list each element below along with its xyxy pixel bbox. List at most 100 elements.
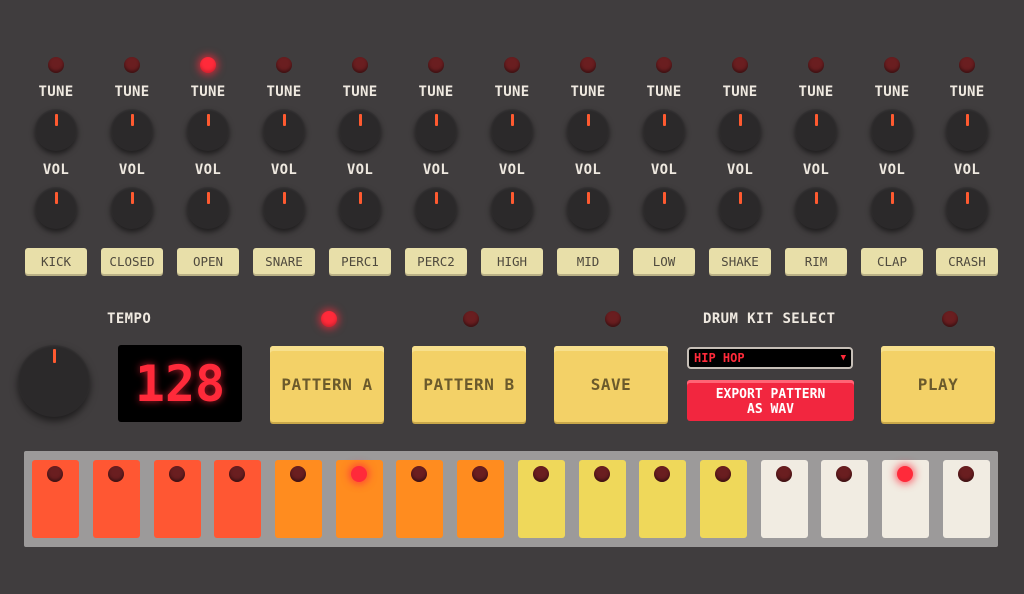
- tune-knob[interactable]: [111, 109, 153, 151]
- vol-knob[interactable]: [946, 187, 988, 229]
- tune-knob[interactable]: [643, 109, 685, 151]
- channel-snare: TUNE VOL SNARE: [246, 0, 322, 290]
- channel-button[interactable]: KICK: [25, 248, 87, 274]
- vol-label: VOL: [498, 162, 526, 178]
- pattern-a-led: [321, 311, 337, 327]
- vol-knob[interactable]: [567, 187, 609, 229]
- vol-knob[interactable]: [643, 187, 685, 229]
- step-led: [169, 466, 185, 482]
- channel-mid: TUNE VOL MID: [550, 0, 626, 290]
- tune-knob[interactable]: [719, 109, 761, 151]
- tune-knob[interactable]: [415, 109, 457, 151]
- channel-button[interactable]: OPEN: [177, 248, 239, 274]
- tune-knob[interactable]: [567, 109, 609, 151]
- vol-label: VOL: [650, 162, 678, 178]
- sequencer-step[interactable]: [882, 460, 929, 538]
- vol-knob[interactable]: [35, 187, 77, 229]
- vol-knob[interactable]: [719, 187, 761, 229]
- vol-label: VOL: [42, 162, 70, 178]
- save-button[interactable]: SAVE: [554, 346, 668, 422]
- channel-led: [504, 57, 520, 73]
- channel-button[interactable]: SNARE: [253, 248, 315, 274]
- channel-button[interactable]: HIGH: [481, 248, 543, 274]
- channel-led: [732, 57, 748, 73]
- tune-knob[interactable]: [871, 109, 913, 151]
- channel-led: [428, 57, 444, 73]
- tune-knob[interactable]: [263, 109, 305, 151]
- tune-label: TUNE: [570, 84, 606, 100]
- channel-button[interactable]: LOW: [633, 248, 695, 274]
- sequencer-step[interactable]: [396, 460, 443, 538]
- sequencer-step[interactable]: [154, 460, 201, 538]
- channel-led: [48, 57, 64, 73]
- vol-knob[interactable]: [491, 187, 533, 229]
- pattern-b-led: [463, 311, 479, 327]
- tune-label: TUNE: [190, 84, 226, 100]
- sequencer-step[interactable]: [700, 460, 747, 538]
- sequencer-step[interactable]: [639, 460, 686, 538]
- tempo-knob[interactable]: [18, 345, 90, 417]
- step-led: [290, 466, 306, 482]
- channel-led: [200, 57, 216, 73]
- channel-led: [959, 57, 975, 73]
- channel-button[interactable]: MID: [557, 248, 619, 274]
- sequencer-step[interactable]: [821, 460, 868, 538]
- play-led: [942, 311, 958, 327]
- tune-knob[interactable]: [187, 109, 229, 151]
- sequencer-step[interactable]: [275, 460, 322, 538]
- vol-knob[interactable]: [415, 187, 457, 229]
- channel-button[interactable]: SHAKE: [709, 248, 771, 274]
- step-led: [108, 466, 124, 482]
- channel-button[interactable]: PERC1: [329, 248, 391, 274]
- sequencer-step[interactable]: [761, 460, 808, 538]
- vol-knob[interactable]: [263, 187, 305, 229]
- tune-label: TUNE: [798, 84, 834, 100]
- channel-perc2: TUNE VOL PERC2: [398, 0, 474, 290]
- vol-knob[interactable]: [795, 187, 837, 229]
- channel-shake: TUNE VOL SHAKE: [702, 0, 778, 290]
- channel-button[interactable]: CLAP: [861, 248, 923, 274]
- channel-led: [884, 57, 900, 73]
- export-wav-button[interactable]: EXPORT PATTERN AS WAV: [687, 380, 854, 421]
- step-led: [715, 466, 731, 482]
- tune-knob[interactable]: [35, 109, 77, 151]
- channel-button[interactable]: RIM: [785, 248, 847, 274]
- tune-knob[interactable]: [491, 109, 533, 151]
- vol-knob[interactable]: [871, 187, 913, 229]
- step-led: [472, 466, 488, 482]
- tune-knob[interactable]: [946, 109, 988, 151]
- channel-button[interactable]: PERC2: [405, 248, 467, 274]
- tune-knob[interactable]: [795, 109, 837, 151]
- sequencer-step[interactable]: [214, 460, 261, 538]
- pattern-b-button[interactable]: PATTERN B: [412, 346, 526, 422]
- sequencer-step[interactable]: [943, 460, 990, 538]
- drum-kit-select[interactable]: HIP HOP ▼: [687, 347, 853, 369]
- tune-label: TUNE: [266, 84, 302, 100]
- tune-label: TUNE: [646, 84, 682, 100]
- step-led: [47, 466, 63, 482]
- channel-low: TUNE VOL LOW: [626, 0, 702, 290]
- tune-label: TUNE: [38, 84, 74, 100]
- sequencer-step[interactable]: [518, 460, 565, 538]
- sequencer-step[interactable]: [32, 460, 79, 538]
- pattern-a-button[interactable]: PATTERN A: [270, 346, 384, 422]
- save-led: [605, 311, 621, 327]
- vol-knob[interactable]: [187, 187, 229, 229]
- channel-led: [580, 57, 596, 73]
- tune-label: TUNE: [342, 84, 378, 100]
- step-led: [836, 466, 852, 482]
- vol-knob[interactable]: [111, 187, 153, 229]
- channel-led: [124, 57, 140, 73]
- channel-button[interactable]: CLOSED: [101, 248, 163, 274]
- play-button[interactable]: PLAY: [881, 346, 995, 422]
- tune-knob[interactable]: [339, 109, 381, 151]
- vol-label: VOL: [422, 162, 450, 178]
- step-led: [958, 466, 974, 482]
- channel-button[interactable]: CRASH: [936, 248, 998, 274]
- sequencer-step[interactable]: [336, 460, 383, 538]
- dropdown-arrow-icon: ▼: [840, 353, 846, 363]
- sequencer-step[interactable]: [579, 460, 626, 538]
- vol-knob[interactable]: [339, 187, 381, 229]
- sequencer-step[interactable]: [93, 460, 140, 538]
- sequencer-step[interactable]: [457, 460, 504, 538]
